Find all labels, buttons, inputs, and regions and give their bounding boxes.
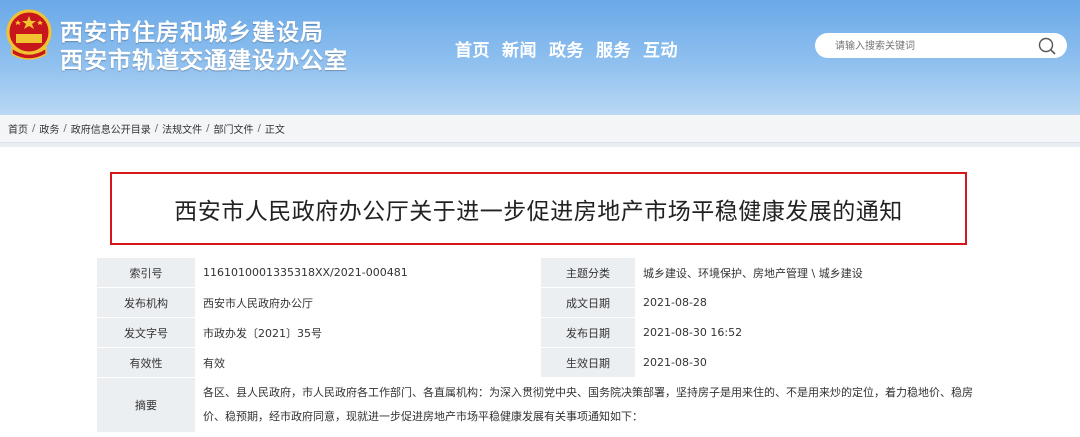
main-nav: 首页 新闻 政务 服务 互动 bbox=[455, 36, 678, 61]
table-row: 发布机构 西安市人民政府办公厅 成文日期 2021-08-28 bbox=[97, 287, 982, 318]
meta-label: 发文字号 bbox=[97, 317, 195, 348]
meta-label: 发布机构 bbox=[97, 287, 195, 318]
meta-value: 城乡建设、环境保护、房地产管理 \ 城乡建设 bbox=[635, 258, 982, 288]
nav-interaction[interactable]: 互动 bbox=[643, 36, 678, 61]
meta-label: 有效性 bbox=[97, 347, 195, 378]
search-input[interactable] bbox=[833, 37, 1017, 56]
meta-value: 2021-08-28 bbox=[635, 287, 982, 318]
table-row: 有效性 有效 生效日期 2021-08-30 bbox=[97, 347, 982, 378]
meta-value: 1161010001335318XX/2021-000481 bbox=[195, 258, 541, 288]
breadcrumb-home[interactable]: 首页 bbox=[8, 121, 28, 136]
abstract-label: 摘要 bbox=[97, 377, 195, 433]
document-content: 西安市人民政府办公厅关于进一步促进房地产市场平稳健康发展的通知 索引号 1161… bbox=[0, 147, 1080, 437]
breadcrumb-separator: / bbox=[206, 123, 210, 134]
meta-label: 成文日期 bbox=[541, 287, 635, 318]
table-row: 发文字号 市政办发〔2021〕35号 发布日期 2021-08-30 16:52 bbox=[97, 317, 982, 348]
breadcrumb: 首页 / 政务 / 政府信息公开目录 / 法规文件 / 部门文件 / 正文 bbox=[0, 115, 1080, 143]
meta-label: 发布日期 bbox=[541, 317, 635, 348]
breadcrumb-current: 正文 bbox=[264, 125, 285, 136]
breadcrumb-regulations[interactable]: 法规文件 bbox=[162, 121, 202, 136]
search-box bbox=[815, 33, 1067, 58]
national-emblem-icon[interactable] bbox=[6, 8, 52, 62]
meta-value: 西安市人民政府办公厅 bbox=[195, 287, 541, 318]
nav-services[interactable]: 服务 bbox=[596, 36, 631, 61]
breadcrumb-separator: / bbox=[32, 123, 36, 134]
table-row: 索引号 1161010001335318XX/2021-000481 主题分类 … bbox=[97, 258, 982, 288]
search-icon[interactable] bbox=[1037, 36, 1057, 56]
meta-value: 市政办发〔2021〕35号 bbox=[195, 317, 541, 348]
meta-value: 有效 bbox=[195, 347, 541, 378]
breadcrumb-department-documents[interactable]: 部门文件 bbox=[214, 121, 254, 136]
breadcrumb-separator: / bbox=[63, 123, 67, 134]
breadcrumb-info-directory[interactable]: 政府信息公开目录 bbox=[71, 121, 151, 136]
site-header: 西安市住房和城乡建设局 西安市轨道交通建设办公室 首页 新闻 政务 服务 互动 bbox=[0, 0, 1080, 115]
nav-news[interactable]: 新闻 bbox=[502, 36, 537, 61]
breadcrumb-separator: / bbox=[257, 123, 261, 134]
org-name-secondary: 西安市轨道交通建设办公室 bbox=[60, 48, 348, 74]
meta-label: 索引号 bbox=[97, 258, 195, 288]
document-title: 西安市人民政府办公厅关于进一步促进房地产市场平稳健康发展的通知 bbox=[174, 198, 903, 225]
breadcrumb-government-affairs[interactable]: 政务 bbox=[39, 121, 59, 136]
meta-value: 2021-08-30 16:52 bbox=[635, 317, 982, 348]
abstract-text: 各区、县人民政府，市人民政府各工作部门、各直属机构：为深入贯彻党中央、国务院决策… bbox=[195, 377, 982, 433]
meta-value: 2021-08-30 bbox=[635, 347, 982, 378]
nav-government-affairs[interactable]: 政务 bbox=[549, 36, 584, 61]
meta-label: 生效日期 bbox=[541, 347, 635, 378]
document-meta-table: 索引号 1161010001335318XX/2021-000481 主题分类 … bbox=[97, 258, 982, 433]
table-row: 摘要 各区、县人民政府，市人民政府各工作部门、各直属机构：为深入贯彻党中央、国务… bbox=[97, 377, 982, 433]
breadcrumb-separator: / bbox=[154, 123, 159, 134]
nav-home[interactable]: 首页 bbox=[455, 36, 490, 61]
meta-label: 主题分类 bbox=[541, 258, 635, 288]
title-highlight-box: 西安市人民政府办公厅关于进一步促进房地产市场平稳健康发展的通知 bbox=[110, 172, 967, 245]
